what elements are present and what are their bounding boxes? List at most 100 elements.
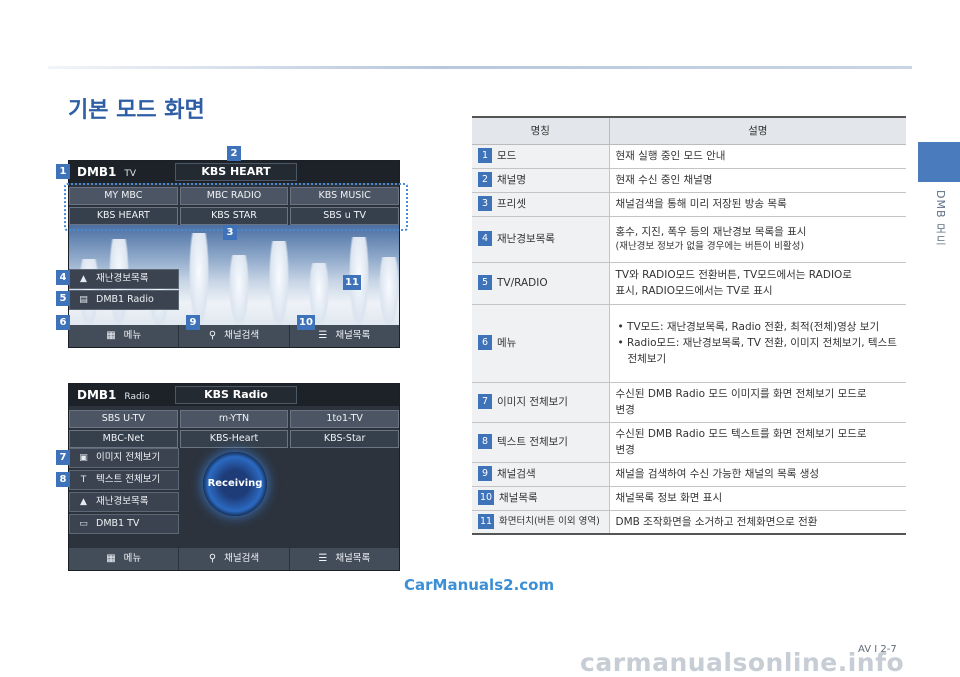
row-number: 6 (478, 335, 492, 351)
header-desc: 설명 (609, 116, 906, 145)
list-icon: ☰ (318, 553, 328, 564)
table-row: 4 재난경보목록 홍수, 지진, 폭우 등의 재난경보 목록을 표시 (재난경보 정… (472, 216, 906, 263)
warning-icon: ▲ (80, 497, 87, 507)
status-bar: DMB1 TV KBS HEART (69, 161, 399, 183)
menu-grid-icon: ▦ (106, 553, 116, 564)
search-icon: ⚲ (208, 553, 217, 564)
bottom-bar: ▦ 메뉴 ⚲ 채널검색 ☰ 채널목록 (69, 325, 399, 347)
table-row: 5 TV/RADIO TV와 RADIO모드 전환버튼, TV모드에서는 RADI… (472, 262, 906, 305)
preset-button[interactable]: m-YTN (179, 410, 289, 428)
callout-marker: 7 (56, 450, 70, 465)
row-name: 채널검색 (497, 467, 536, 480)
row-number: 1 (478, 148, 492, 164)
channel-search-button[interactable]: ⚲ 채널검색 (179, 548, 290, 570)
text-fullview-button[interactable]: T 텍스트 전체보기 (69, 470, 179, 490)
row-desc: 현재 수신 중인 채널명 (609, 168, 906, 193)
row-desc: 수신된 DMB Radio 모드 텍스트를 화면 전체보기 모드로 변경 (609, 422, 906, 463)
description-table: 명칭 설명 1 모드 현재 실행 중인 모드 안내 2 채널명 현재 수신 중인 채… (472, 116, 906, 535)
preset-button[interactable]: MBC-Net (69, 430, 178, 448)
channel-name: KBS HEART (175, 163, 297, 181)
manual-page: DMB 모드 기본 모드 화면 DMB1 TV KBS HEART MY MBC … (0, 0, 960, 677)
image-fullview-button[interactable]: ▣ 이미지 전체보기 (69, 448, 179, 468)
table-row: 8 텍스트 전체보기 수신된 DMB Radio 모드 텍스트를 화면 전체보기 … (472, 422, 906, 463)
row-name: 재난경보목록 (497, 232, 555, 245)
menu-button[interactable]: ▦ 메뉴 (69, 325, 180, 347)
row-desc: • TV모드: 재난경보목록, Radio 전환, 최적(전체)영상 보기 • R… (609, 304, 906, 383)
row-number: 4 (478, 231, 492, 247)
table-row: 2 채널명 현재 수신 중인 채널명 (472, 168, 906, 193)
row-name: 채널명 (497, 173, 526, 186)
search-icon: ⚲ (208, 330, 217, 341)
callout-marker: 9 (186, 315, 200, 330)
row-name: 프리셋 (497, 197, 526, 210)
table-row: 1 모드 현재 실행 중인 모드 안내 (472, 144, 906, 169)
side-tab (918, 142, 960, 182)
row-number: 8 (478, 434, 492, 450)
side-label: DMB 모드 (934, 190, 947, 248)
row-number: 10 (478, 490, 494, 506)
callout-marker: 10 (297, 315, 315, 330)
preset-button[interactable]: 1to1-TV (290, 410, 399, 428)
text-icon: T (80, 475, 87, 485)
disaster-alert-button[interactable]: ▲ 재난경보목록 (69, 269, 179, 289)
table-row: 6 메뉴 • TV모드: 재난경보목록, Radio 전환, 최적(전체)영상 보… (472, 304, 906, 383)
row-name: 이미지 전체보기 (497, 395, 568, 408)
row-desc: 채널목록 정보 화면 표시 (609, 486, 906, 511)
row-name: 텍스트 전체보기 (497, 435, 568, 448)
row-number: 5 (478, 275, 492, 291)
page-title: 기본 모드 화면 (68, 98, 205, 123)
channel-name: KBS Radio (175, 386, 297, 404)
row-desc: TV와 RADIO모드 전환버튼, TV모드에서는 RADIO로 표시, RADI… (609, 262, 906, 305)
table-row: 9 채널검색 채널을 검색하여 수신 가능한 채널의 목록 생성 (472, 462, 906, 487)
preset-button[interactable]: SBS U-TV (69, 410, 178, 428)
table-row: 3 프리셋 채널검색을 통해 미리 저장된 방송 목록 (472, 192, 906, 217)
radio-mode-screen[interactable]: DMB1 Radio KBS Radio SBS U-TV m-YTN 1to1-… (68, 383, 400, 571)
preset-highlight (64, 183, 408, 231)
row-name: 화면터치(버튼 이외 영역) (499, 515, 600, 527)
callout-marker: 8 (56, 472, 70, 487)
header-name: 명칭 (472, 116, 610, 145)
row-desc: 채널검색을 통해 미리 저장된 방송 목록 (609, 192, 906, 217)
row-desc: 수신된 DMB Radio 모드 이미지를 화면 전체보기 모드로 변경 (609, 382, 906, 423)
warning-icon: ▲ (80, 274, 87, 284)
row-name: TV/RADIO (497, 276, 548, 289)
row-desc: DMB 조작화면을 소거하고 전체화면으로 전환 (609, 510, 906, 535)
tv-toggle-button[interactable]: ▭ DMB1 TV (69, 514, 179, 534)
row-number: 9 (478, 466, 492, 482)
table-header: 명칭 설명 (472, 116, 906, 145)
callout-marker: 6 (56, 315, 70, 330)
watermark-bottom: carmanualsonline.info (580, 648, 905, 677)
preset-button[interactable]: KBS-Star (290, 430, 399, 448)
callout-marker: 11 (343, 275, 361, 290)
disaster-alert-button[interactable]: ▲ 재난경보목록 (69, 492, 179, 512)
row-name: 메뉴 (497, 336, 517, 349)
row-number: 11 (478, 513, 494, 529)
table-row: 7 이미지 전체보기 수신된 DMB Radio 모드 이미지를 화면 전체보기 … (472, 382, 906, 423)
channel-list-button[interactable]: ☰ 채널목록 (290, 548, 399, 570)
mode-label: DMB1 Radio (77, 388, 150, 402)
radio-toggle-button[interactable]: ▤ DMB1 Radio (69, 290, 179, 310)
status-bar: DMB1 Radio KBS Radio (69, 384, 399, 406)
mode-label: DMB1 TV (77, 165, 137, 179)
row-name: 채널목록 (499, 491, 538, 504)
callout-marker: 2 (227, 146, 241, 161)
row-desc: 홍수, 지진, 폭우 등의 재난경보 목록을 표시 (재난경보 정보가 없을 경우… (609, 216, 906, 263)
image-icon: ▣ (79, 453, 88, 463)
preset-grid: SBS U-TV m-YTN 1to1-TV MBC-Net KBS-Heart… (69, 410, 399, 448)
tv-icon: ▭ (79, 519, 88, 529)
menu-grid-icon: ▦ (106, 330, 116, 341)
table-row: 11 화면터치(버튼 이외 영역) DMB 조작화면을 소거하고 전체화면으로 전… (472, 510, 906, 535)
row-desc: 현재 실행 중인 모드 안내 (609, 144, 906, 169)
watermark: CarManuals2.com (404, 576, 555, 594)
callout-marker: 1 (56, 164, 70, 179)
row-desc: 채널을 검색하여 수신 가능한 채널의 목록 생성 (609, 462, 906, 487)
menu-button[interactable]: ▦ 메뉴 (69, 548, 180, 570)
callout-marker: 4 (56, 270, 70, 285)
callout-marker: 3 (223, 225, 237, 240)
row-number: 3 (478, 196, 492, 212)
callout-marker: 5 (56, 291, 70, 306)
radio-icon: ▤ (79, 295, 88, 305)
row-name: 모드 (497, 149, 517, 162)
preset-button[interactable]: KBS-Heart (179, 430, 289, 448)
top-rule (48, 66, 912, 69)
